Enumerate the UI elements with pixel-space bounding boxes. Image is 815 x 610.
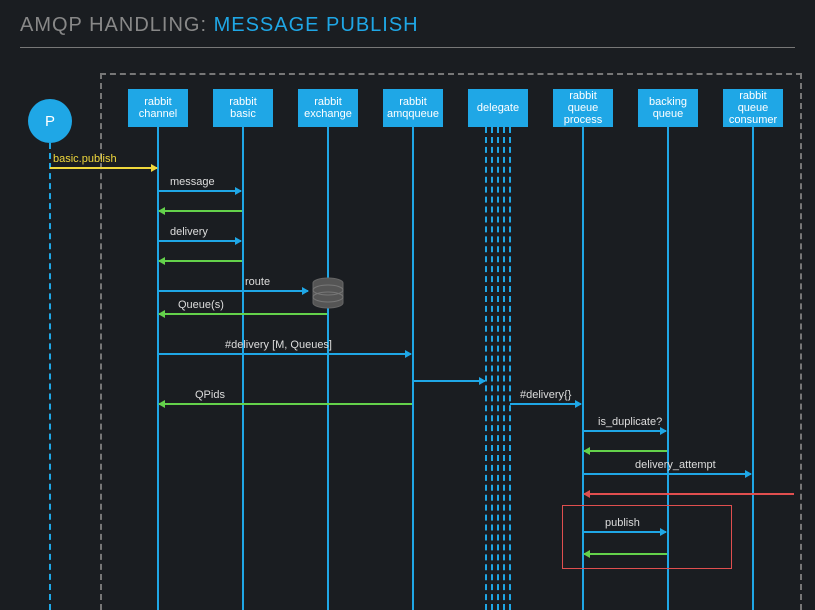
arrow-qpids (159, 403, 412, 405)
label-qpids: QPids (195, 389, 225, 401)
lifeline-p (49, 143, 51, 610)
label-route: route (245, 276, 270, 288)
label-delivery: delivery (170, 226, 208, 238)
arrow-delivery (158, 240, 241, 242)
arrow-basic-publish (50, 167, 157, 169)
page-title: AMQP HANDLING: MESSAGE PUBLISH (0, 0, 815, 43)
arrow-publish (583, 531, 666, 533)
participant-amqqueue: rabbit amqqueue (383, 89, 443, 127)
participant-basic: rabbit basic (213, 89, 273, 127)
arrow-message (158, 190, 241, 192)
label-message: message (170, 176, 215, 188)
label-publish: publish (605, 517, 640, 529)
arrow-delivery-mq (158, 353, 411, 355)
database-icon (311, 277, 345, 318)
arrow-delivery-attempt-return (584, 493, 794, 495)
arrow-delivery-return (159, 260, 242, 262)
label-delivery-attempt: delivery_attempt (635, 459, 716, 471)
label-delivery-braces: #delivery{} (520, 389, 571, 401)
lifeline-basic (242, 127, 244, 610)
arrow-amqqueue-delegate (413, 380, 485, 382)
arrow-delivery-braces (510, 403, 581, 405)
publish-alt-box (562, 505, 732, 569)
arrow-route (158, 290, 308, 292)
participant-delegate: delegate (468, 89, 528, 127)
arrow-delivery-attempt (583, 473, 751, 475)
sequence-diagram: P rabbit channel rabbit basic rabbit exc… (0, 55, 815, 610)
title-underline (20, 47, 795, 48)
arrow-publish-return (584, 553, 667, 555)
label-is-duplicate: is_duplicate? (598, 416, 662, 428)
lifeline-channel (157, 127, 159, 610)
participant-p-label: P (45, 113, 55, 130)
arrow-message-return (159, 210, 242, 212)
arrow-queues-return (159, 313, 327, 315)
participant-backing: backing queue (638, 89, 698, 127)
title-sub: MESSAGE PUBLISH (214, 14, 419, 36)
participant-channel: rabbit channel (128, 89, 188, 127)
participant-exchange: rabbit exchange (298, 89, 358, 127)
lifeline-amqqueue (412, 127, 414, 610)
label-delivery-mq: #delivery [M, Queues] (225, 339, 332, 351)
label-queues: Queue(s) (178, 299, 224, 311)
label-basic-publish: basic.publish (53, 153, 117, 165)
participant-p: P (28, 99, 72, 143)
title-main: AMQP HANDLING: (20, 14, 214, 36)
arrow-is-duplicate (583, 430, 666, 432)
lifeline-consumer (752, 127, 754, 610)
lifeline-exchange (327, 127, 329, 610)
arrow-is-duplicate-return (584, 450, 667, 452)
participant-consumer: rabbit queue consumer (723, 89, 783, 127)
participant-qprocess: rabbit queue process (553, 89, 613, 127)
